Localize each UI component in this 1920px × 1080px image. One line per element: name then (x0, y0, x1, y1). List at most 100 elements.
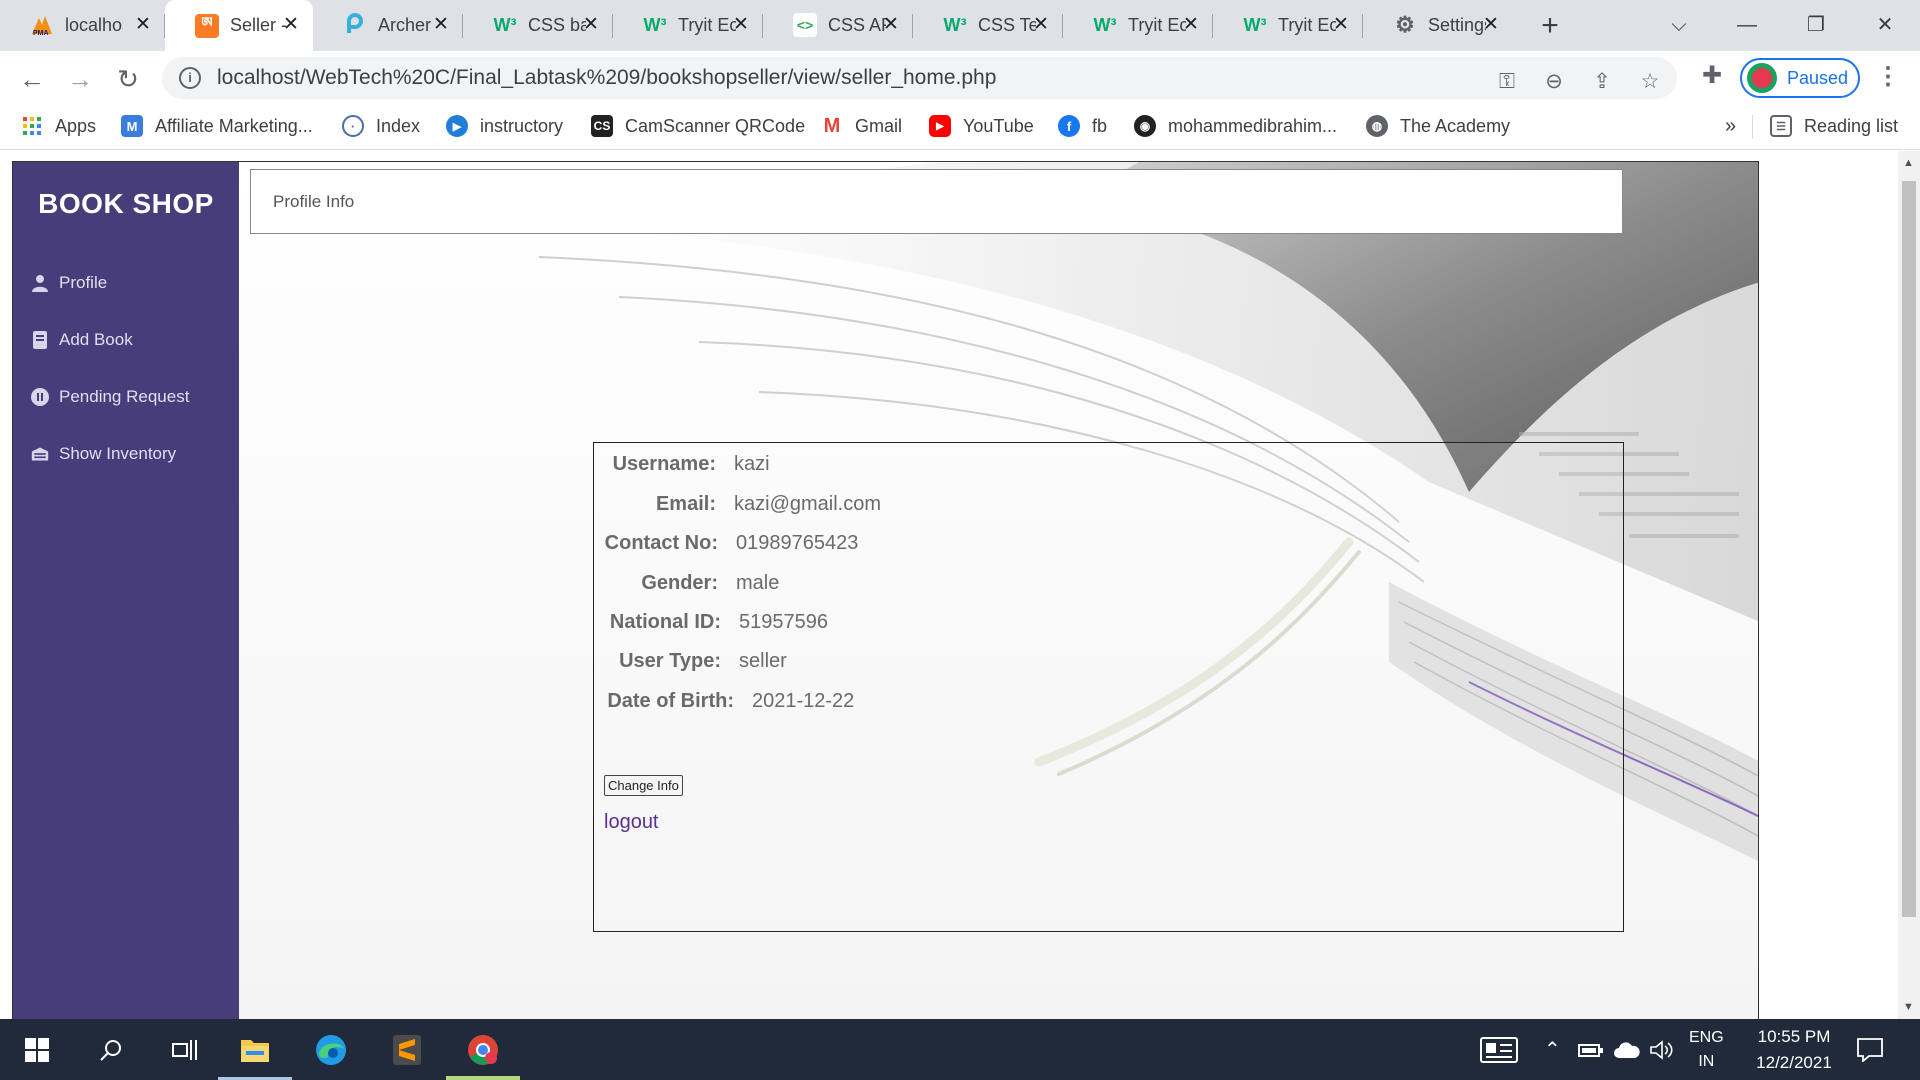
forward-button[interactable]: → (63, 62, 97, 96)
tab-tryit-1[interactable]: W³ Tryit Ec ✕ (613, 0, 763, 50)
tab-css-basics[interactable]: W³ CSS ba ✕ (463, 0, 613, 50)
back-button[interactable]: ← (15, 62, 49, 96)
bookmark-label: Index (376, 115, 421, 136)
tab-css-text[interactable]: W³ CSS Te ✕ (913, 0, 1063, 50)
field-label: Email: (655, 493, 716, 515)
zoom-out-icon[interactable]: ⊖ (1542, 70, 1566, 94)
close-icon[interactable]: ✕ (731, 15, 751, 35)
close-icon[interactable]: ✕ (1181, 15, 1201, 35)
windows-start-icon[interactable] (0, 1019, 74, 1080)
field-value: kazi@gmail.com (734, 493, 882, 515)
tab-seller[interactable]: ཨ Seller - ✕ (165, 0, 313, 51)
language-code: ENG (1689, 1028, 1724, 1046)
profile-status: Paused (1787, 67, 1849, 88)
tab-css-api[interactable]: <> CSS AF ✕ (763, 0, 913, 50)
close-window-button[interactable]: ✕ (1865, 8, 1905, 42)
close-icon[interactable]: ✕ (1481, 15, 1501, 35)
close-icon[interactable]: ✕ (281, 15, 301, 35)
scroll-down-icon[interactable]: ▼ (1903, 1001, 1914, 1013)
archer-icon (343, 13, 367, 37)
scrollbar-thumb[interactable] (1902, 181, 1916, 917)
profile-field-username: Username: kazi (604, 453, 770, 476)
battery-icon[interactable] (1578, 1019, 1604, 1080)
restore-button[interactable]: ❐ (1796, 8, 1836, 42)
extensions-icon[interactable]: ✚ (1698, 61, 1726, 89)
volume-icon[interactable] (1650, 1019, 1674, 1080)
tab-tryit-3[interactable]: W³ Tryit Ec ✕ (1213, 0, 1363, 50)
bookmark-gmail[interactable]: M Gmail (821, 115, 902, 137)
bookmark-index[interactable]: · Index (342, 115, 420, 137)
sidebar-item-profile[interactable]: Profile (31, 273, 107, 293)
close-icon[interactable]: ✕ (133, 15, 153, 35)
search-icon[interactable] (74, 1019, 148, 1080)
more-menu-icon[interactable]: ⋮ (1876, 62, 1900, 91)
bookmark-star-icon[interactable]: ☆ (1638, 70, 1662, 94)
m-icon: M (121, 115, 143, 137)
bookmark-label: Affiliate Marketing... (155, 115, 313, 136)
sidebar-item-pending-request[interactable]: Pending Request (31, 387, 189, 407)
profile-field-user-type: User Type: seller (604, 650, 787, 673)
pause-circle-icon (31, 388, 49, 406)
reading-list-button[interactable]: ☰ Reading list (1770, 115, 1898, 137)
phpmyadmin-icon: PMA (30, 13, 54, 37)
scroll-up-icon[interactable]: ▲ (1903, 157, 1914, 169)
reload-button[interactable]: ↻ (111, 62, 145, 96)
profile-button[interactable]: Paused (1740, 58, 1860, 98)
change-info-button[interactable]: Change Info (604, 775, 683, 796)
new-tab-button[interactable]: + (1533, 10, 1567, 44)
notifications-icon[interactable] (1857, 1019, 1883, 1080)
key-icon[interactable]: ⚿ (1495, 70, 1519, 94)
close-icon[interactable]: ✕ (581, 15, 601, 35)
file-explorer-icon[interactable] (218, 1019, 292, 1080)
share-icon[interactable]: ⇪ (1590, 70, 1614, 94)
close-icon[interactable]: ✕ (1331, 15, 1351, 35)
bookmark-instructory[interactable]: ▶ instructory (446, 115, 563, 137)
onedrive-cloud-icon[interactable] (1613, 1019, 1641, 1080)
clock-time: 10:55 PM (1757, 1026, 1831, 1046)
language-indicator[interactable]: ENG IN (1689, 1019, 1724, 1080)
more-bookmarks-button[interactable]: » (1725, 115, 1736, 138)
chevron-up-icon[interactable]: ⌃ (1544, 1019, 1561, 1080)
clock-date: 12/2/2021 (1756, 1052, 1832, 1072)
tab-tryit-2[interactable]: W³ Tryit Ec ✕ (1063, 0, 1213, 50)
close-icon[interactable]: ✕ (431, 15, 451, 35)
field-label: National ID: (609, 611, 721, 633)
site-info-icon[interactable]: i (179, 67, 201, 89)
clock[interactable]: 10:55 PM 12/2/2021 (1744, 1019, 1844, 1080)
bookmark-label: fb (1092, 115, 1108, 136)
sidebar-item-show-inventory[interactable]: Show Inventory (31, 444, 176, 464)
close-icon[interactable]: ✕ (881, 15, 901, 35)
tab-search-chevron-icon[interactable]: ⌵ (1659, 8, 1699, 42)
tab-settings[interactable]: ⚙ Settings ✕ (1363, 0, 1513, 50)
bookmark-label: Gmail (855, 115, 903, 136)
bookmark-academy[interactable]: ◍ The Academy (1366, 115, 1510, 137)
sublime-text-icon[interactable] (370, 1019, 444, 1080)
globe-icon: ◍ (1366, 115, 1388, 137)
task-view-icon[interactable] (148, 1019, 222, 1080)
chrome-icon[interactable] (446, 1019, 520, 1080)
url-text[interactable]: localhost/WebTech%20C/Final_Labtask%209/… (217, 66, 996, 90)
bookmark-fb[interactable]: f fb (1058, 115, 1107, 137)
sidebar-item-add-book[interactable]: Add Book (31, 330, 133, 350)
sidebar-item-label: Pending Request (59, 387, 190, 406)
minimize-button[interactable]: — (1727, 8, 1767, 42)
tab-archer[interactable]: Archer ✕ (313, 0, 463, 50)
field-label: Gender: (641, 572, 718, 594)
bookmark-github[interactable]: ◉ mohammedibrahim... (1134, 115, 1337, 137)
tab-title: Seller - (230, 15, 288, 35)
bookmark-youtube[interactable]: ▶ YouTube (929, 115, 1034, 137)
brand-logo: BOOK SHOP (38, 188, 214, 219)
bookmark-label: mohammedibrahim... (1168, 115, 1338, 136)
bookmark-apps[interactable]: Apps (21, 115, 96, 137)
tab-localhost[interactable]: PMA localhost ✕ (0, 0, 165, 50)
page-scrollbar[interactable]: ▲ ▼ (1898, 151, 1920, 1019)
logout-link[interactable]: logout (604, 811, 659, 834)
edge-icon[interactable] (294, 1019, 368, 1080)
bookmark-camscanner[interactable]: CS CamScanner QRCode (591, 115, 805, 137)
profile-field-email: Email: kazi@gmail.com (604, 493, 881, 516)
bookmark-affiliate[interactable]: M Affiliate Marketing... (121, 115, 313, 137)
address-bar[interactable]: i localhost/WebTech%20C/Final_Labtask%20… (162, 57, 1677, 99)
close-icon[interactable]: ✕ (1031, 15, 1051, 35)
svg-text:PMA: PMA (33, 30, 49, 36)
news-widget-icon[interactable] (1480, 1019, 1518, 1080)
